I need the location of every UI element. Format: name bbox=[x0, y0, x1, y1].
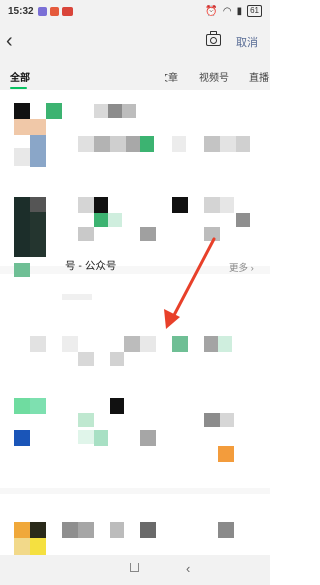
tab-live[interactable]: 直播 bbox=[249, 69, 269, 84]
pixelated-block bbox=[172, 197, 188, 213]
pixelated-block bbox=[78, 522, 94, 538]
back-icon[interactable]: ‹ bbox=[186, 561, 190, 576]
pixelated-block bbox=[218, 336, 232, 352]
notification-icon bbox=[50, 7, 59, 16]
pixelated-block bbox=[140, 136, 154, 152]
camera-icon[interactable] bbox=[206, 31, 221, 46]
pixelated-block bbox=[78, 430, 94, 444]
pixelated-block bbox=[94, 136, 110, 152]
active-tab-indicator bbox=[10, 87, 27, 89]
pixelated-block bbox=[172, 136, 186, 152]
search-input[interactable] bbox=[28, 30, 188, 54]
pixelated-block bbox=[140, 227, 156, 241]
wifi-icon: ◠ bbox=[222, 5, 232, 17]
pixelated-block bbox=[14, 119, 46, 135]
pixelated-block bbox=[78, 413, 94, 427]
search-results: 号 - 公众号 更多 › bbox=[0, 90, 270, 555]
pixelated-block bbox=[140, 522, 156, 538]
pixelated-block bbox=[30, 522, 46, 538]
pixelated-block bbox=[78, 197, 94, 213]
pixelated-block bbox=[172, 336, 188, 352]
pixelated-block bbox=[126, 136, 140, 152]
pixelated-block bbox=[30, 398, 46, 414]
system-nav-bar: ‹ bbox=[0, 555, 270, 585]
pixelated-block bbox=[218, 522, 234, 538]
alarm-icon: ⏰ bbox=[205, 5, 218, 17]
pixelated-block bbox=[78, 136, 94, 152]
pixelated-block bbox=[220, 136, 236, 152]
pixelated-block bbox=[94, 430, 108, 446]
section-title: 号 - 公众号 bbox=[65, 260, 117, 272]
pixelated-block bbox=[204, 136, 220, 152]
pixelated-block bbox=[30, 538, 46, 555]
pixelated-block bbox=[94, 104, 108, 118]
pixelated-block bbox=[110, 136, 126, 152]
pixelated-block bbox=[94, 213, 108, 227]
pixelated-block bbox=[62, 522, 78, 538]
pixelated-block bbox=[236, 136, 250, 152]
battery-indicator: 61 bbox=[247, 5, 262, 17]
search-header: ‹ 取消 bbox=[0, 24, 270, 60]
pixelated-block bbox=[110, 352, 124, 366]
pixelated-block bbox=[220, 413, 234, 427]
home-icon[interactable] bbox=[130, 563, 139, 572]
pixelated-block bbox=[204, 413, 220, 427]
pixelated-block bbox=[30, 197, 46, 212]
pixelated-block bbox=[236, 213, 250, 227]
pixelated-block bbox=[30, 336, 46, 352]
search-tabs: 全部 文章 视频号 直播 bbox=[0, 60, 270, 90]
pixelated-block bbox=[140, 430, 156, 446]
pixelated-block bbox=[14, 522, 30, 538]
pixelated-block bbox=[140, 336, 156, 352]
pixelated-block bbox=[218, 446, 234, 462]
pixelated-block bbox=[14, 430, 30, 446]
pixelated-block bbox=[14, 197, 30, 257]
pixelated-block bbox=[78, 352, 94, 366]
pixelated-block bbox=[14, 538, 30, 555]
pixelated-block bbox=[14, 148, 30, 166]
pixelated-block bbox=[110, 522, 124, 538]
pixelated-block bbox=[94, 197, 108, 213]
pixelated-block bbox=[62, 294, 92, 300]
pixelated-block bbox=[14, 263, 30, 277]
pixelated-block bbox=[108, 104, 122, 118]
signal-icon: ▮ bbox=[236, 5, 243, 17]
chevron-left-icon[interactable]: ‹ bbox=[6, 29, 13, 53]
pixelated-block bbox=[14, 103, 30, 119]
pixelated-block bbox=[110, 398, 124, 414]
pixelated-block bbox=[14, 398, 30, 414]
annotation-arrow bbox=[164, 237, 216, 329]
pixelated-block bbox=[30, 135, 46, 167]
section-divider bbox=[0, 488, 270, 494]
pixelated-block bbox=[124, 336, 140, 352]
status-bar: 15:32 ⏰ ◠ ▮ 61 bbox=[0, 0, 270, 24]
pixelated-block bbox=[46, 103, 62, 119]
pixelated-block bbox=[108, 213, 122, 227]
notification-icon bbox=[38, 7, 47, 16]
notification-icon bbox=[62, 7, 73, 16]
more-link[interactable]: 更多 › bbox=[229, 260, 254, 274]
tab-channels[interactable]: 视频号 bbox=[199, 69, 229, 84]
pixelated-block bbox=[204, 336, 218, 352]
pixelated-block bbox=[122, 104, 136, 118]
tab-articles[interactable]: 文章 bbox=[165, 69, 178, 84]
cancel-button[interactable]: 取消 bbox=[236, 34, 258, 50]
pixelated-block bbox=[220, 197, 234, 213]
status-time: 15:32 bbox=[8, 6, 34, 17]
pixelated-block bbox=[78, 227, 94, 241]
pixelated-block bbox=[62, 336, 78, 352]
tab-all[interactable]: 全部 bbox=[10, 69, 30, 84]
